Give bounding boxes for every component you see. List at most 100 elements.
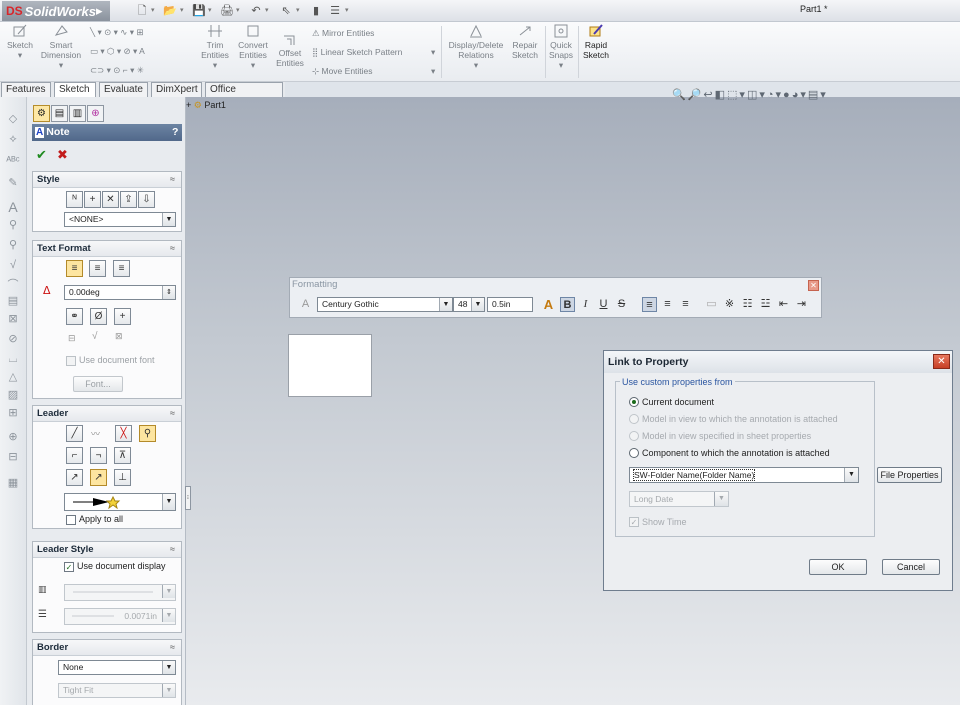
font-button[interactable]: Font... bbox=[73, 376, 123, 392]
auto-leader-icon[interactable]: ⚲ bbox=[139, 425, 156, 442]
smart-dimension-icon[interactable]: ◇ bbox=[4, 111, 22, 127]
collapse-icon[interactable]: ≈ bbox=[170, 172, 175, 187]
property-manager-2-tab-icon[interactable]: ▤ bbox=[51, 105, 68, 122]
hole-callout-icon[interactable]: ⌴ bbox=[4, 351, 22, 367]
auto-balloon-icon[interactable]: ⚲ bbox=[4, 237, 22, 253]
increase-indent-icon[interactable]: ⇥ bbox=[794, 297, 809, 312]
numbering-icon[interactable]: ☳ bbox=[758, 297, 773, 312]
configuration-manager-tab-icon[interactable]: ▥ bbox=[69, 105, 86, 122]
previous-view-icon[interactable]: ↩ bbox=[703, 89, 714, 101]
style-select[interactable]: <NONE> ▼ bbox=[64, 212, 176, 227]
leader-straight-icon[interactable]: ╱ bbox=[66, 425, 83, 442]
linear-pattern-dropdown-icon[interactable]: ▾ bbox=[431, 46, 435, 58]
property-select[interactable]: SW-Folder Name(Folder Name) ▼ bbox=[629, 467, 859, 483]
new-dropdown-icon[interactable]: ▾ bbox=[151, 3, 155, 19]
show-time-checkbox[interactable]: ✓ bbox=[629, 517, 639, 527]
rapid-sketch-button[interactable]: Rapid Sketch bbox=[580, 24, 612, 60]
section-view-icon[interactable]: ◧ bbox=[715, 89, 727, 101]
convert-entities-button[interactable]: Convert Entities ▾ bbox=[234, 24, 272, 70]
weld-symbol-icon[interactable]: ⌒ bbox=[4, 277, 22, 293]
cancel-x-icon[interactable]: ✖ bbox=[57, 147, 68, 163]
load-style-icon[interactable]: ⇩ bbox=[138, 191, 155, 208]
leader-bent-icon[interactable]: 〰 bbox=[91, 427, 100, 440]
zoom-area-icon[interactable]: 🔎 bbox=[688, 89, 704, 101]
leader-left-icon[interactable]: ⌐ bbox=[66, 447, 83, 464]
tab-features[interactable]: Features bbox=[1, 82, 51, 97]
tab-sketch[interactable]: Sketch bbox=[54, 82, 96, 97]
font-size-select[interactable]: 48 ▼ bbox=[453, 297, 485, 312]
insert-datum-icon[interactable]: ⊠ bbox=[115, 331, 123, 342]
print-dropdown-icon[interactable]: ▾ bbox=[236, 3, 240, 19]
sketch-button[interactable]: Sketch ▾ bbox=[4, 24, 36, 60]
select-icon[interactable]: ⇖ bbox=[278, 3, 294, 19]
bold-icon[interactable]: B bbox=[560, 297, 575, 312]
leader-right-icon[interactable]: ¬ bbox=[90, 447, 107, 464]
zoom-to-fit-icon[interactable]: 🔍 bbox=[672, 89, 688, 101]
geometric-tolerance-icon[interactable]: ▤ bbox=[4, 293, 22, 309]
new-document-icon[interactable]: 🗋 bbox=[134, 3, 150, 19]
note-icon[interactable]: A bbox=[4, 199, 22, 215]
add-symbol-icon[interactable]: Ø bbox=[90, 308, 107, 325]
leader-nearest-icon[interactable]: ⊼ bbox=[114, 447, 131, 464]
app-logo[interactable]: DS SolidWorks ▸ bbox=[2, 1, 110, 21]
close-icon[interactable]: ✕ bbox=[808, 280, 819, 291]
tree-expand-icon[interactable]: + bbox=[186, 100, 191, 110]
area-hatch-icon[interactable]: ▨ bbox=[4, 387, 22, 403]
strikethrough-icon[interactable]: S bbox=[614, 297, 629, 312]
move-dropdown-icon[interactable]: ▾ bbox=[431, 65, 435, 77]
center-mark-icon[interactable]: ⊕ bbox=[4, 429, 22, 445]
dimxpert-manager-tab-icon[interactable]: ⊕ bbox=[87, 105, 104, 122]
attach-top-icon[interactable]: ↗ bbox=[66, 469, 83, 486]
bullets-icon[interactable]: ☷ bbox=[740, 297, 755, 312]
insert-surface-finish-icon[interactable]: √ bbox=[92, 331, 98, 342]
text-height-input[interactable]: 0.5in bbox=[487, 297, 533, 312]
cosmetic-thread-icon[interactable]: △ bbox=[4, 369, 22, 385]
datum-feature-icon[interactable]: ⊠ bbox=[4, 311, 22, 327]
line-style-select[interactable]: ▼ bbox=[64, 584, 176, 601]
hide-show-icon[interactable]: ◔▾ bbox=[767, 89, 783, 101]
block-icon[interactable]: ⊞ bbox=[4, 405, 22, 421]
note-text-box[interactable] bbox=[288, 334, 372, 397]
file-properties-button[interactable]: File Properties bbox=[877, 467, 942, 483]
repair-sketch-button[interactable]: Repair Sketch bbox=[508, 24, 542, 60]
options-icon[interactable]: ☰ bbox=[327, 3, 343, 19]
current-document-radio[interactable] bbox=[629, 397, 639, 407]
panel-splitter-handle[interactable]: ⁝ bbox=[185, 486, 191, 510]
ok-check-icon[interactable]: ✔ bbox=[36, 147, 47, 163]
smart-dimension-button[interactable]: Smart Dimension ▾ bbox=[38, 24, 84, 70]
offset-entities-button[interactable]: Offset Entities bbox=[274, 32, 306, 68]
view-orientation-icon[interactable]: ⬚▾ bbox=[727, 89, 747, 101]
rebuild-icon[interactable]: ▮ bbox=[308, 3, 324, 19]
link-to-property-icon[interactable]: ⚭ bbox=[66, 308, 83, 325]
angle-input[interactable]: 0.00deg ⇕ bbox=[64, 285, 176, 300]
font-select[interactable]: Century Gothic ▼ bbox=[317, 297, 453, 312]
open-dropdown-icon[interactable]: ▾ bbox=[180, 3, 184, 19]
format-painter-icon[interactable]: ✎ bbox=[4, 175, 22, 191]
align-left-icon[interactable]: ≡ bbox=[642, 297, 657, 312]
apply-to-all-checkbox[interactable] bbox=[66, 515, 76, 525]
use-document-display-checkbox[interactable]: ✓ bbox=[64, 562, 74, 572]
quick-snaps-button[interactable]: Quick Snaps ▾ bbox=[547, 24, 575, 70]
linear-sketch-pattern-button[interactable]: ⣿ Linear Sketch Pattern bbox=[312, 46, 402, 58]
date-format-select[interactable]: Long Date ▼ bbox=[629, 491, 729, 507]
rect-tools[interactable]: ▭ ▾ ⬡ ▾ ⊘ ▾ A bbox=[90, 45, 145, 57]
move-entities-button[interactable]: ⊹ Move Entities bbox=[312, 65, 373, 77]
save-icon[interactable]: 💾 bbox=[191, 3, 207, 19]
options-dropdown-icon[interactable]: ▾ bbox=[345, 3, 349, 19]
model-in-view-radio[interactable] bbox=[629, 414, 639, 424]
apply-default-style-icon[interactable]: ᴺ bbox=[66, 191, 83, 208]
arrow-style-select[interactable]: ▼ bbox=[64, 493, 176, 511]
attach-middle-icon[interactable]: ↗ bbox=[90, 469, 107, 486]
ok-button[interactable]: OK bbox=[809, 559, 867, 575]
help-icon[interactable]: ? bbox=[172, 124, 178, 141]
edit-appearance-icon[interactable]: ● bbox=[783, 89, 792, 101]
align-center-icon[interactable]: ≡ bbox=[89, 260, 106, 277]
view-settings-icon[interactable]: ▤▾ bbox=[808, 89, 828, 101]
italic-icon[interactable]: I bbox=[578, 297, 593, 312]
save-style-icon[interactable]: ⇪ bbox=[120, 191, 137, 208]
align-left-icon[interactable]: ≡ bbox=[66, 260, 83, 277]
spinner-icon[interactable]: ⇕ bbox=[162, 286, 175, 299]
model-in-sheet-radio[interactable] bbox=[629, 431, 639, 441]
tree-root-part[interactable]: Part1 bbox=[204, 100, 226, 110]
collapse-icon[interactable]: ≈ bbox=[170, 241, 175, 256]
